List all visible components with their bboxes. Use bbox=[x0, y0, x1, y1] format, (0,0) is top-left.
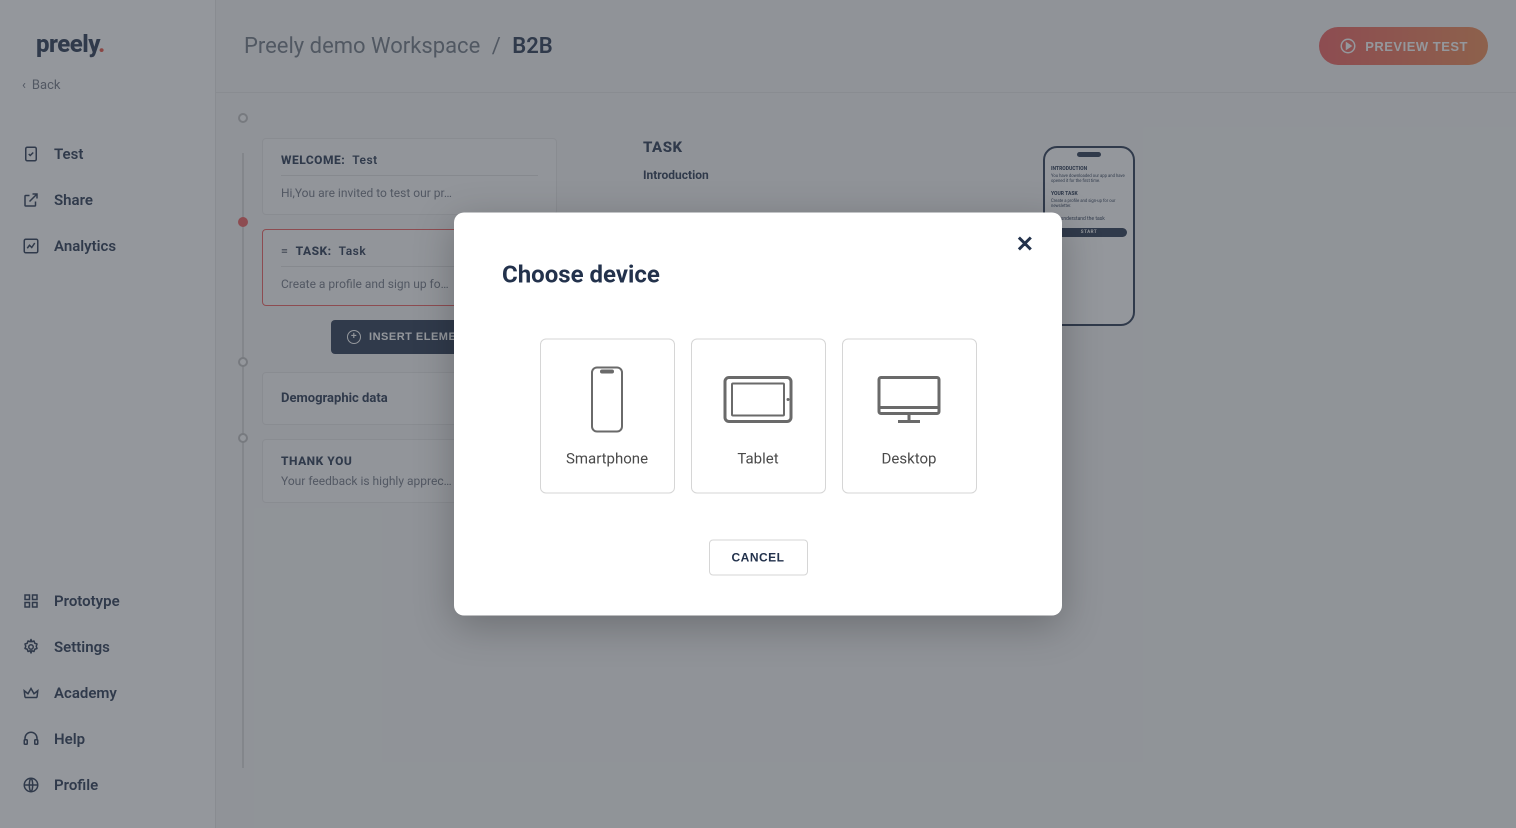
device-option-desktop[interactable]: Desktop bbox=[842, 339, 977, 494]
device-label: Smartphone bbox=[566, 449, 648, 467]
close-icon: ✕ bbox=[1016, 232, 1034, 257]
smartphone-icon bbox=[590, 365, 624, 433]
device-option-smartphone[interactable]: Smartphone bbox=[540, 339, 675, 494]
desktop-icon bbox=[876, 365, 942, 433]
device-label: Desktop bbox=[882, 449, 937, 467]
device-option-tablet[interactable]: Tablet bbox=[691, 339, 826, 494]
choose-device-modal: ✕ Choose device Smartphone Tablet Deskto… bbox=[454, 213, 1062, 616]
device-label: Tablet bbox=[737, 449, 778, 467]
modal-title: Choose device bbox=[502, 261, 1014, 289]
cancel-label: CANCEL bbox=[732, 551, 785, 565]
device-options: Smartphone Tablet Desktop bbox=[502, 339, 1014, 494]
cancel-button[interactable]: CANCEL bbox=[709, 540, 808, 576]
close-button[interactable]: ✕ bbox=[1010, 231, 1040, 259]
tablet-icon bbox=[722, 365, 794, 433]
